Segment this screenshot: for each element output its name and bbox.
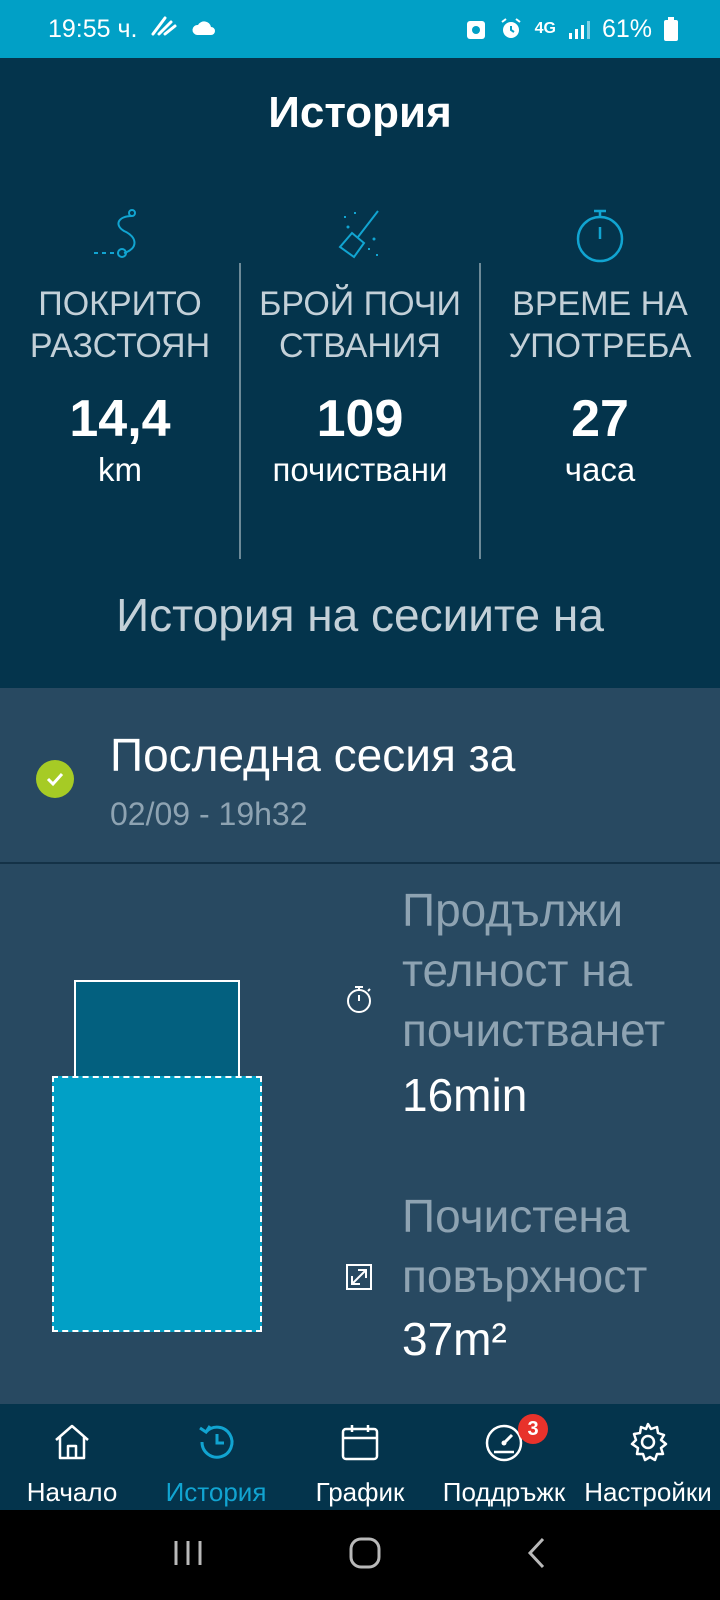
system-nav-bar [0,1510,720,1600]
stat-distance-label: ПОКРИТО РАЗСТОЯН [29,285,211,365]
stat-cleanings-label: БРОЙ ПОЧИ СТВАНИЯ [259,285,461,365]
surface-value: 37m² [402,1313,507,1365]
stat-usage-time-unit: часа [564,451,636,488]
duration-label: Продължи телност на почистванет [402,884,666,1056]
battery-percent: 61% [601,14,652,43]
stat-cleanings: БРОЙ ПОЧИ СТВАНИЯ 109 почиствани [240,203,480,503]
area-cleaned-box [52,1076,262,1332]
nav-history-label: История [165,1477,267,1507]
nav-schedule[interactable]: График [288,1404,432,1510]
duration-value: 16min [402,1069,528,1121]
nav-home[interactable]: Начало [0,1404,144,1510]
recycle-icon [465,17,487,41]
home-icon [50,1420,94,1471]
stopwatch-icon [480,203,720,267]
nav-settings-label: Настройки [584,1477,712,1507]
stat-usage-time-label: ВРЕМЕ НА УПОТРЕБА [508,285,692,365]
stat-usage-time-value: 27 [571,390,629,448]
stat-distance-value: 14,4 [69,390,171,448]
stat-distance-unit: km [98,451,142,488]
page-title: История [268,88,452,137]
stat-cleanings-unit: почиствани [272,451,448,488]
nav-schedule-label: График [315,1477,405,1507]
battery-icon [664,17,678,41]
expand-area-icon [344,1262,374,1292]
home-button-icon[interactable] [348,1536,382,1575]
status-left: 19:55 ч. [48,14,217,45]
nav-support[interactable]: 3 Поддръжк [432,1404,576,1510]
route-icon [0,203,240,267]
stat-usage-time: ВРЕМЕ НА УПОТРЕБА 27 часа [480,203,720,503]
stopwatch-icon [344,984,374,1014]
history-header: История ПОКРИТО РАЗСТОЯН 14,4 km БРОЙ ПО… [0,58,720,678]
cloud-icon [191,15,217,44]
support-badge: 3 [518,1414,548,1444]
stat-distance: ПОКРИТО РАЗСТОЯН 14,4 km [0,203,240,503]
history-icon [194,1420,238,1471]
back-icon[interactable] [525,1536,549,1575]
vacuum-notification-icon [149,14,179,45]
bottom-nav: Начало История График 3 Поддръжк Настрой… [0,1404,720,1510]
surface-label: Почистена повърхност [402,1190,648,1302]
signal-icon [568,19,590,39]
nav-support-label: Поддръжк [442,1477,566,1507]
session-date: 02/09 - 19h32 [110,796,308,832]
gear-icon [626,1420,670,1471]
broom-icon [240,203,480,267]
calendar-icon [338,1420,382,1471]
session-header[interactable]: Последна сесия за 02/09 - 19h32 [0,688,720,864]
network-type: 4G [534,20,556,37]
stats-row: ПОКРИТО РАЗСТОЯН 14,4 km БРОЙ ПОЧИ СТВАН… [0,203,720,559]
recent-apps-icon[interactable] [171,1538,205,1573]
status-right: 4G 61% [465,15,678,44]
area-visualization [52,980,264,1332]
status-bar: 19:55 ч. 4G 61% [0,0,720,58]
stat-cleanings-value: 109 [316,390,404,448]
status-time: 19:55 ч. [48,14,138,43]
session-title: Последна сесия за [110,729,516,781]
check-icon [36,760,74,798]
nav-settings[interactable]: Настройки [576,1404,720,1510]
history-subtitle: История на сесиите на [116,589,604,641]
nav-home-label: Начало [26,1477,118,1507]
area-total-box [74,980,240,1080]
last-session-card[interactable]: Последна сесия за 02/09 - 19h32 Продължи… [0,688,720,1404]
alarm-icon [499,17,523,41]
nav-history[interactable]: История [144,1404,288,1510]
